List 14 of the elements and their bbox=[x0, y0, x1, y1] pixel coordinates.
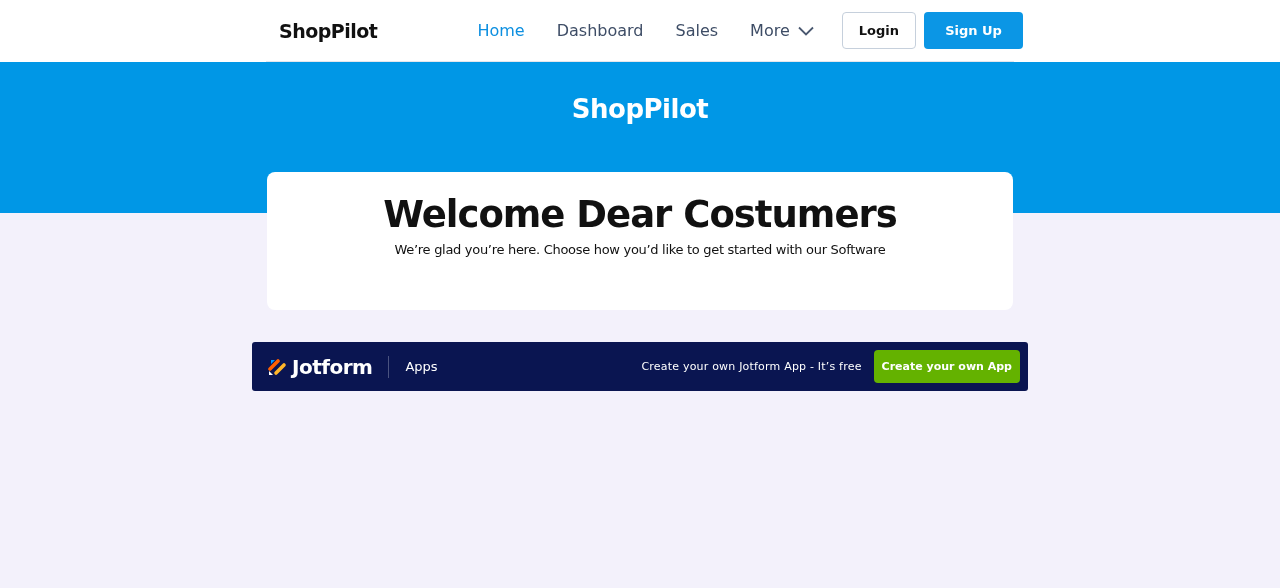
nav-link[interactable]: Dashboard bbox=[556, 21, 644, 40]
chevron-down-icon bbox=[797, 25, 814, 36]
nav-link[interactable]: Home bbox=[477, 21, 525, 40]
nav-link[interactable]: More bbox=[750, 21, 814, 40]
jotform-logo-icon bbox=[268, 356, 288, 377]
login-button[interactable]: Login bbox=[841, 12, 916, 49]
promo-text: Create your own Jotform App - It’s free bbox=[641, 360, 862, 373]
welcome-heading: Welcome Dear Costumers bbox=[382, 192, 898, 238]
apps-label: Apps bbox=[405, 359, 438, 374]
welcome-text: We’re glad you’re here. Choose how you’d like to get started with our Software bbox=[393, 242, 887, 257]
jotform-wordmark: Jotform bbox=[292, 354, 373, 379]
hero-title: ShopPilot bbox=[571, 94, 709, 126]
nav-link[interactable]: Sales bbox=[675, 21, 719, 40]
brand-logo[interactable]: ShopPilot bbox=[279, 19, 378, 42]
